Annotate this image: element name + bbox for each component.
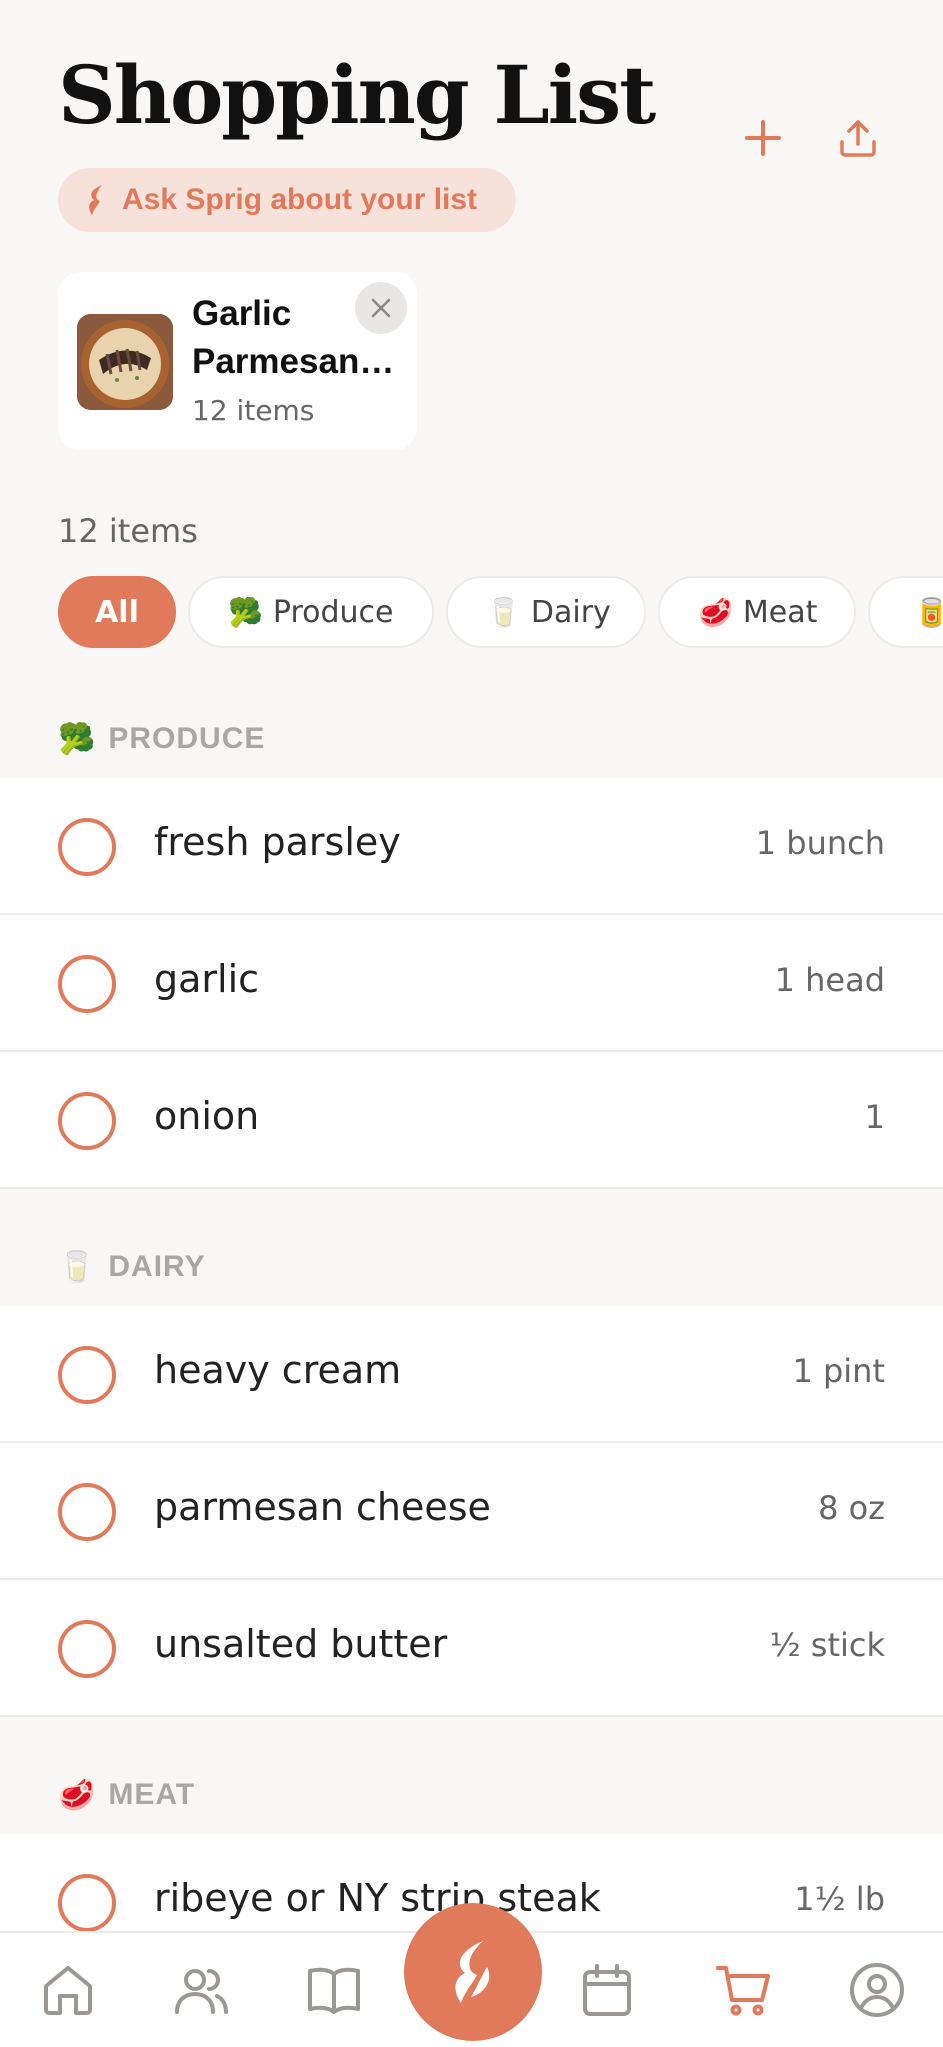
recipe-title-line2: Parmesan… xyxy=(192,342,392,381)
filter-chip-label: Dairy xyxy=(530,594,611,630)
filter-chip-label: Meat xyxy=(742,594,818,630)
steak-icon: 🥩 xyxy=(698,595,733,629)
item-checkbox[interactable] xyxy=(58,1346,116,1404)
list-item[interactable]: heavy cream 1 pint xyxy=(0,1306,943,1443)
nav-shopping-list[interactable] xyxy=(709,1955,779,2025)
recipe-item-count: 12 items xyxy=(192,394,315,427)
sprig-icon xyxy=(455,1941,490,2003)
category-filter-bar: All 🥦 Produce 🥛 Dairy 🥩 Meat 🥫 xyxy=(58,576,943,648)
home-icon xyxy=(44,1966,92,2015)
item-name: heavy cream xyxy=(154,1348,402,1392)
nav-profile[interactable] xyxy=(842,1955,912,2025)
section-header-meat: 🥩 MEAT xyxy=(58,1775,195,1815)
remove-recipe-button[interactable] xyxy=(355,282,407,334)
nav-community[interactable] xyxy=(166,1955,236,2025)
item-name: garlic xyxy=(154,957,260,1001)
plus-icon xyxy=(745,120,781,156)
list-item[interactable]: fresh parsley 1 bunch xyxy=(0,778,943,915)
filter-chip-label: All xyxy=(95,594,139,630)
item-quantity: 1 xyxy=(864,1098,885,1136)
item-checkbox[interactable] xyxy=(58,818,116,876)
milk-icon: 🥛 xyxy=(486,595,521,629)
calendar-icon xyxy=(583,1964,631,2016)
item-name: fresh parsley xyxy=(154,820,401,864)
broccoli-icon: 🥦 xyxy=(58,722,97,756)
produce-list: fresh parsley 1 bunch garlic 1 head onio… xyxy=(0,778,943,1189)
item-quantity: 8 oz xyxy=(818,1489,885,1527)
share-button[interactable] xyxy=(830,110,886,166)
filter-chip-label: Produce xyxy=(272,594,394,630)
list-item[interactable]: unsalted butter ½ stick xyxy=(0,1580,943,1717)
section-header-produce: 🥦 PRODUCE xyxy=(58,719,265,759)
recipe-thumbnail xyxy=(77,314,173,410)
filter-chip-all[interactable]: All xyxy=(58,576,176,648)
section-header-dairy: 🥛 DAIRY xyxy=(58,1247,206,1287)
sprig-icon xyxy=(89,185,102,215)
item-quantity: ½ stick xyxy=(769,1626,885,1664)
item-checkbox[interactable] xyxy=(58,1620,116,1678)
list-item[interactable]: parmesan cheese 8 oz xyxy=(0,1443,943,1580)
steak-icon: 🥩 xyxy=(58,1778,97,1812)
item-checkbox[interactable] xyxy=(58,955,116,1013)
section-title: DAIRY xyxy=(108,1250,206,1283)
people-icon xyxy=(175,1969,228,2014)
section-title: PRODUCE xyxy=(108,722,266,755)
item-name: unsalted butter xyxy=(154,1622,448,1666)
sprig-assistant-button[interactable] xyxy=(404,1903,542,2041)
total-item-count: 12 items xyxy=(58,512,198,550)
filter-chip-meat[interactable]: 🥩 Meat xyxy=(658,576,856,648)
book-icon xyxy=(308,1967,360,2014)
close-icon xyxy=(371,298,391,318)
item-checkbox[interactable] xyxy=(58,1483,116,1541)
dairy-list: heavy cream 1 pint parmesan cheese 8 oz … xyxy=(0,1306,943,1717)
section-title: MEAT xyxy=(108,1778,196,1811)
filter-chip-dairy[interactable]: 🥛 Dairy xyxy=(446,576,646,648)
milk-icon: 🥛 xyxy=(58,1250,97,1284)
ask-sprig-button[interactable]: Ask Sprig about your list xyxy=(58,168,516,232)
nav-home[interactable] xyxy=(33,1955,103,2025)
can-icon: 🥫 xyxy=(914,595,943,629)
broccoli-icon: 🥦 xyxy=(228,595,263,629)
list-item[interactable]: garlic 1 head xyxy=(0,915,943,1052)
item-checkbox[interactable] xyxy=(58,1092,116,1150)
item-name: ribeye or NY strip steak xyxy=(154,1876,601,1920)
page-title: Shopping List xyxy=(58,48,656,142)
item-checkbox[interactable] xyxy=(58,1874,116,1932)
item-name: parmesan cheese xyxy=(154,1485,491,1529)
recipe-card[interactable]: Garlic Parmesan… 12 items xyxy=(58,272,417,450)
list-item[interactable]: onion 1 xyxy=(0,1052,943,1189)
item-quantity: 1 bunch xyxy=(755,824,885,862)
add-item-button[interactable] xyxy=(735,110,791,166)
filter-chip-canned[interactable]: 🥫 xyxy=(868,576,943,648)
nav-recipes[interactable] xyxy=(299,1955,369,2025)
share-icon xyxy=(840,120,876,157)
ask-sprig-label: Ask Sprig about your list xyxy=(122,183,478,216)
nav-planner[interactable] xyxy=(572,1955,642,2025)
filter-chip-produce[interactable]: 🥦 Produce xyxy=(188,576,434,648)
shopping-list-screen: Shopping List Ask Sprig about your list xyxy=(0,0,943,2047)
profile-icon xyxy=(850,1963,904,2017)
item-quantity: 1½ lb xyxy=(794,1880,885,1918)
cart-icon xyxy=(716,1966,770,2016)
item-quantity: 1 head xyxy=(774,961,885,999)
item-quantity: 1 pint xyxy=(792,1352,885,1390)
item-name: onion xyxy=(154,1094,260,1138)
